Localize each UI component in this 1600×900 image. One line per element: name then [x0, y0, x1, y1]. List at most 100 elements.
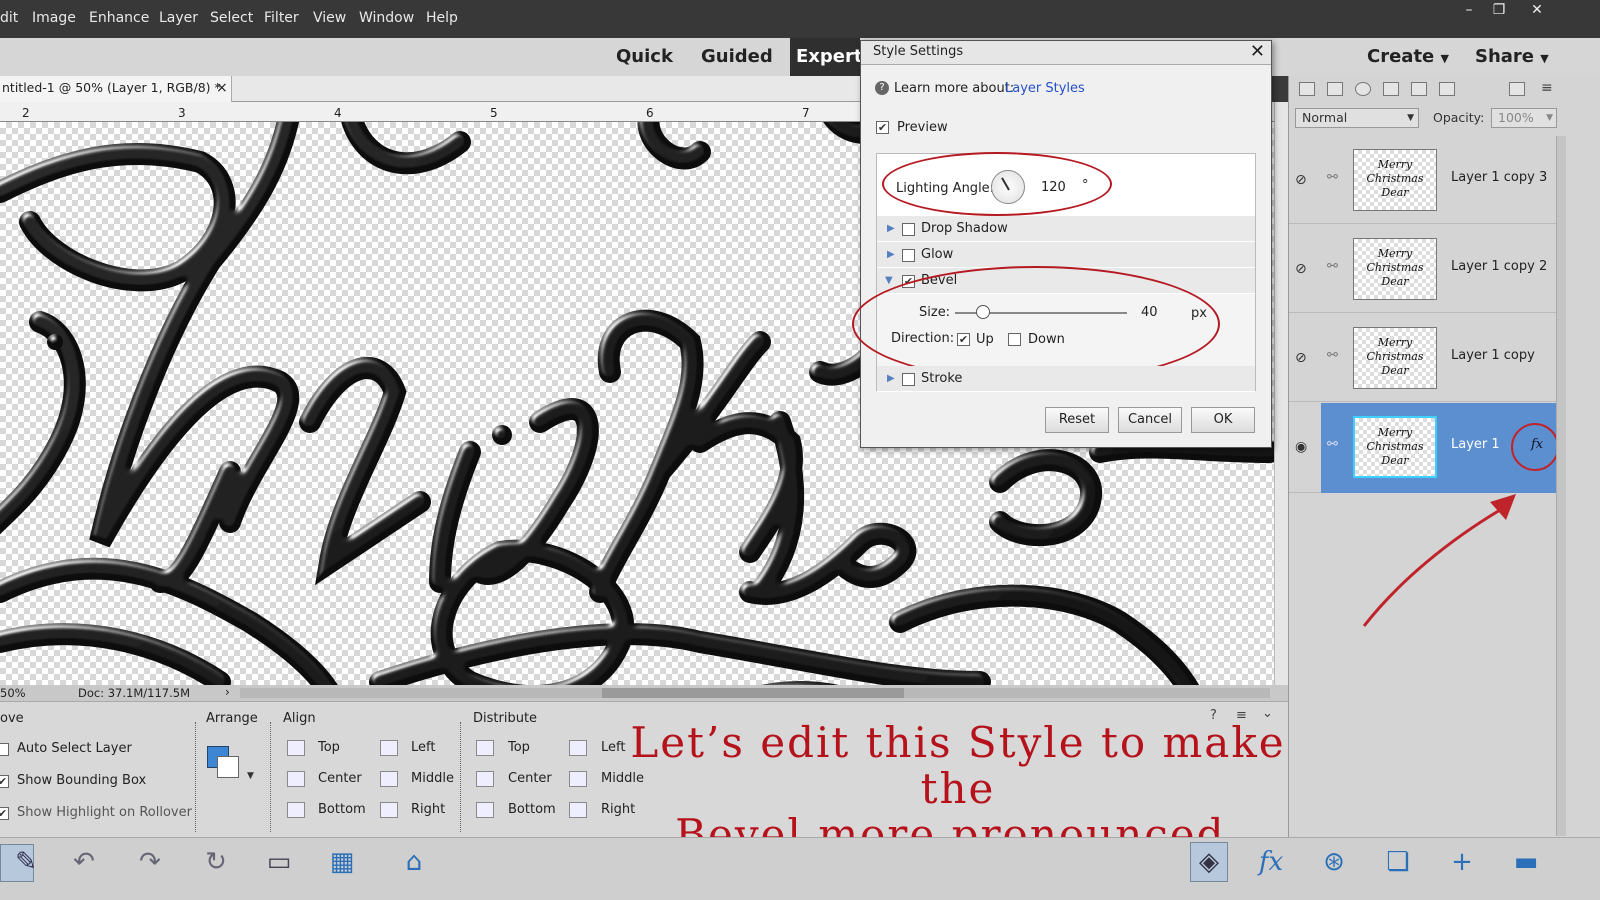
scrollbar-thumb[interactable] [602, 688, 904, 698]
close-icon[interactable]: ✕ [1250, 41, 1265, 63]
create-menu[interactable]: Create ▼ [1367, 46, 1449, 67]
opacity-field[interactable]: 100% ▼ [1491, 108, 1557, 128]
distribute-left-icon[interactable] [569, 740, 587, 756]
minimize-button[interactable]: – [1452, 0, 1486, 22]
glow-section[interactable]: ▶ Glow [877, 242, 1255, 268]
drop-shadow-label: Drop Shadow [921, 221, 1008, 236]
layer-row[interactable]: ⊘ ⚯ Merry Christmas Dear Layer 1 copy 2 [1289, 225, 1557, 313]
layer-name[interactable]: Layer 1 [1451, 437, 1500, 452]
drop-shadow-section[interactable]: ▶ Drop Shadow [877, 216, 1255, 242]
lock-icon[interactable] [1411, 82, 1427, 96]
menu-bar: dit Image Enhance Layer Select Filter Vi… [0, 0, 1600, 38]
doc-size: Doc: 37.1M/117.5M [78, 686, 190, 700]
menu-select[interactable]: Select [210, 10, 253, 26]
layout-icon[interactable]: ▭ [261, 846, 297, 878]
adjustment-layer-icon[interactable] [1355, 82, 1371, 96]
link-icon[interactable]: ⚯ [1327, 170, 1338, 185]
stroke-section[interactable]: ▶ Stroke [877, 366, 1255, 392]
auto-select-checkbox[interactable] [0, 743, 9, 756]
add-icon[interactable]: + [1444, 846, 1480, 878]
menu-filter[interactable]: Filter [264, 10, 299, 26]
distribute-top-icon[interactable] [476, 740, 494, 756]
close-tab-icon[interactable]: × [216, 76, 228, 100]
more-panels-icon[interactable]: ▬ [1508, 846, 1544, 878]
distribute-bottom-icon[interactable] [476, 802, 494, 818]
mode-guided[interactable]: Guided [701, 46, 773, 67]
align-bottom-icon[interactable] [287, 802, 305, 818]
link-icon[interactable]: ⚯ [1327, 348, 1338, 363]
preview-checkbox[interactable]: ✔ [876, 121, 889, 134]
drop-shadow-checkbox[interactable] [902, 223, 915, 236]
ruler-tick: 2 [22, 106, 30, 120]
menu-help[interactable]: Help [426, 10, 458, 26]
styles-icon[interactable]: ❏ [1380, 846, 1416, 878]
share-menu[interactable]: Share ▼ [1475, 46, 1549, 67]
organizer-icon[interactable]: ▦ [324, 846, 360, 878]
mode-quick[interactable]: Quick [616, 46, 673, 67]
align-left-icon[interactable] [380, 740, 398, 756]
ok-button[interactable]: OK [1191, 407, 1255, 433]
align-right-icon[interactable] [380, 802, 398, 818]
restore-button[interactable]: ❐ [1482, 0, 1516, 22]
menu-window[interactable]: Window [359, 10, 414, 26]
layer-name[interactable]: Layer 1 copy 2 [1451, 259, 1547, 274]
filters-icon[interactable]: ⊛ [1316, 846, 1352, 878]
home-screen-icon[interactable]: ⌂ [396, 846, 432, 878]
menu-view[interactable]: View [313, 10, 346, 26]
expand-triangle-icon[interactable]: ▶ [887, 373, 895, 384]
layer-name[interactable]: Layer 1 copy [1451, 348, 1535, 363]
effects-icon[interactable]: fx [1253, 846, 1289, 878]
distribute-right-icon[interactable] [569, 802, 587, 818]
distribute-center-icon[interactable] [476, 771, 494, 787]
link-icon[interactable]: ⚯ [1327, 259, 1338, 274]
status-menu-icon[interactable]: › [225, 685, 230, 699]
canvas-horizontal-scrollbar[interactable] [240, 688, 1270, 698]
link-icon[interactable]: ⚯ [1327, 437, 1338, 452]
layer-name[interactable]: Layer 1 copy 3 [1451, 170, 1547, 185]
close-window-button[interactable]: ✕ [1520, 0, 1554, 22]
menu-enhance[interactable]: Enhance [89, 10, 149, 26]
glow-checkbox[interactable] [902, 249, 915, 262]
align-top-icon[interactable] [287, 740, 305, 756]
expand-triangle-icon[interactable]: ▶ [887, 223, 895, 234]
layer-mask-icon[interactable] [1383, 82, 1399, 96]
eye-hidden-icon[interactable]: ⊘ [1295, 350, 1307, 366]
eye-icon[interactable]: ◉ [1295, 439, 1307, 455]
undo-icon[interactable]: ↶ [66, 846, 102, 878]
collapse-triangle-icon[interactable]: ▼ [885, 275, 893, 286]
align-middle-icon[interactable] [380, 771, 398, 787]
reset-button[interactable]: Reset [1045, 407, 1109, 433]
highlight-rollover-checkbox[interactable]: ✔ [0, 807, 9, 820]
document-tab-title: ntitled-1 @ 50% (Layer 1, RGB/8) * [2, 80, 221, 95]
arrange-button[interactable]: ▼ [207, 746, 254, 781]
layer-row[interactable]: ⊘ ⚯ Merry Christmas Dear Layer 1 copy [1289, 314, 1557, 402]
lock-all-icon[interactable] [1439, 82, 1455, 96]
bounding-box-checkbox[interactable]: ✔ [0, 775, 9, 788]
stroke-checkbox[interactable] [902, 373, 915, 386]
layer-row[interactable]: ⊘ ⚯ Merry Christmas Dear Layer 1 copy 3 [1289, 136, 1557, 224]
zoom-level[interactable]: 50% [0, 686, 26, 700]
menu-image[interactable]: Image [32, 10, 76, 26]
canvas-vertical-scrollbar[interactable] [1274, 102, 1288, 685]
menu-edit[interactable]: dit [0, 10, 18, 26]
blend-mode-select[interactable]: Normal ▼ [1295, 108, 1419, 128]
eye-hidden-icon[interactable]: ⊘ [1295, 172, 1307, 188]
eye-hidden-icon[interactable]: ⊘ [1295, 261, 1307, 277]
align-center-icon[interactable] [287, 771, 305, 787]
distribute-middle-icon[interactable] [569, 771, 587, 787]
chevron-down-icon: ▼ [1546, 113, 1553, 123]
new-layer-icon[interactable] [1299, 82, 1315, 96]
document-tab[interactable]: ntitled-1 @ 50% (Layer 1, RGB/8) * × [0, 76, 232, 102]
expand-triangle-icon[interactable]: ▶ [887, 249, 895, 260]
cancel-button[interactable]: Cancel [1118, 407, 1182, 433]
panel-menu-icon[interactable]: ≡ [1541, 80, 1553, 96]
menu-layer[interactable]: Layer [159, 10, 198, 26]
trash-icon[interactable] [1509, 82, 1525, 96]
style-settings-dialog: Style Settings ✕ ? Learn more about: Lay… [852, 40, 1272, 448]
layers-scrollbar[interactable] [1556, 136, 1566, 836]
redo-icon[interactable]: ↷ [132, 846, 168, 878]
rotate-icon[interactable]: ↻ [198, 846, 234, 878]
layer-styles-link[interactable]: Layer Styles [1005, 81, 1085, 96]
new-group-icon[interactable] [1327, 82, 1343, 96]
mode-expert[interactable]: Expert [790, 38, 862, 76]
